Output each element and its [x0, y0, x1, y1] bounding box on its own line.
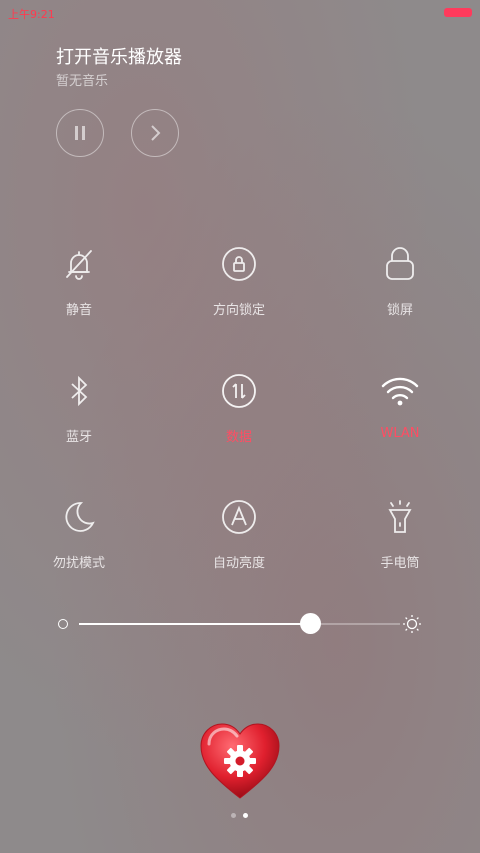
battery-icon [444, 8, 472, 17]
brightness-high-icon [403, 615, 421, 633]
gear-icon [224, 745, 256, 777]
status-bar: 上午9:21 [0, 0, 480, 26]
toggle-wlan[interactable]: WLAN [340, 371, 460, 461]
auto-brightness-icon [222, 500, 256, 534]
toggle-auto-brightness-label: 自动亮度 [212, 556, 265, 571]
toggle-bluetooth[interactable]: 蓝牙 [19, 371, 139, 461]
brightness-track[interactable] [309, 623, 400, 625]
toggle-wlan-label: WLAN [380, 426, 420, 441]
music-title[interactable]: 打开音乐播放器 [56, 43, 182, 69]
toggle-rotation-lock-label: 方向锁定 [212, 303, 265, 318]
chevron-right-icon [151, 125, 161, 141]
brightness-track-fill[interactable] [79, 623, 309, 625]
toggle-lock-screen[interactable]: 锁屏 [340, 244, 460, 334]
toggle-lock-screen-label: 锁屏 [386, 303, 413, 318]
pause-icon [75, 126, 85, 140]
brightness-low-icon [58, 619, 68, 629]
toggle-do-not-disturb-label: 勿扰模式 [52, 556, 105, 571]
toggle-bluetooth-label: 蓝牙 [65, 430, 92, 445]
moon-icon [65, 502, 95, 532]
toggle-data[interactable]: 数据 [179, 371, 299, 461]
page-indicator [229, 813, 251, 819]
rotation-lock-icon [222, 247, 256, 281]
page-dot-2 [243, 813, 248, 818]
brightness-slider-thumb[interactable] [300, 613, 321, 634]
toggle-silent[interactable]: 静音 [19, 244, 139, 334]
settings-heart-button[interactable] [199, 722, 281, 800]
page-dot-1 [231, 813, 236, 818]
toggle-do-not-disturb[interactable]: 勿扰模式 [19, 497, 139, 587]
pause-button[interactable] [56, 109, 104, 157]
toggle-silent-label: 静音 [65, 303, 92, 318]
flashlight-icon [388, 500, 412, 533]
toggle-rotation-lock[interactable]: 方向锁定 [179, 244, 299, 334]
toggle-flashlight-label: 手电筒 [380, 556, 420, 571]
bluetooth-icon [71, 375, 88, 407]
data-transfer-icon [222, 374, 256, 408]
bell-off-icon [66, 250, 92, 280]
music-subtitle: 暂无音乐 [56, 74, 109, 89]
wifi-icon [381, 377, 419, 406]
toggle-data-label: 数据 [225, 430, 252, 445]
next-button[interactable] [131, 109, 179, 157]
toggle-flashlight[interactable]: 手电筒 [340, 497, 460, 587]
toggle-auto-brightness[interactable]: 自动亮度 [179, 497, 299, 587]
status-time: 上午9:21 [8, 8, 55, 21]
lock-icon [386, 247, 414, 280]
